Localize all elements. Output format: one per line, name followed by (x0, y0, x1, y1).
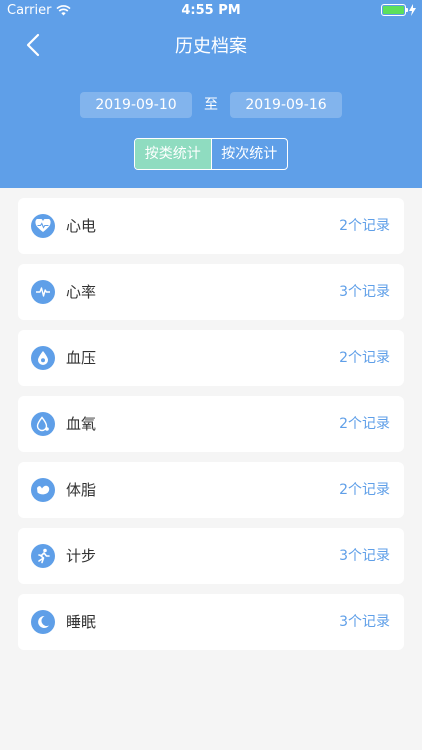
nav-bar: 历史档案 (0, 22, 422, 66)
record-count: 3个记录 (339, 284, 390, 300)
record-count: 3个记录 (339, 614, 390, 630)
page-title: 历史档案 (175, 36, 247, 57)
battery-icon (381, 4, 408, 16)
charging-icon (409, 4, 416, 16)
record-count: 2个记录 (339, 218, 390, 234)
record-label: 睡眠 (66, 613, 97, 631)
record-count: 2个记录 (339, 416, 390, 432)
record-label: 血氧 (66, 415, 97, 433)
date-separator: 至 (204, 97, 218, 113)
record-label: 计步 (66, 547, 97, 565)
record-list: 心电 2个记录 心率 3个记录 血压 2个记录 血氧 2个记录 体脂 2个记录 … (18, 198, 404, 660)
record-count: 2个记录 (339, 482, 390, 498)
stat-mode-segmented-control: 按类统计 按次统计 (134, 138, 288, 170)
pulse-icon (31, 280, 55, 304)
record-item-body-fat[interactable]: 体脂 2个记录 (18, 462, 404, 518)
running-icon (31, 544, 55, 568)
record-item-heart-rate[interactable]: 心率 3个记录 (18, 264, 404, 320)
status-time: 4:55 PM (181, 3, 241, 18)
date-range: 2019-09-10 至 2019-09-16 (0, 92, 422, 118)
record-item-ecg[interactable]: 心电 2个记录 (18, 198, 404, 254)
segment-by-category[interactable]: 按类统计 (135, 139, 211, 169)
record-item-steps[interactable]: 计步 3个记录 (18, 528, 404, 584)
blood-drop-icon (31, 412, 55, 436)
muscle-icon (31, 478, 55, 502)
heart-ecg-icon (31, 214, 55, 238)
record-label: 心电 (66, 217, 97, 235)
end-date-picker[interactable]: 2019-09-16 (230, 92, 342, 118)
record-count: 3个记录 (339, 548, 390, 564)
record-label: 血压 (66, 349, 97, 367)
record-item-sleep[interactable]: z 睡眠 3个记录 (18, 594, 404, 650)
moon-icon: z (31, 610, 55, 634)
record-count: 2个记录 (339, 350, 390, 366)
record-item-blood-oxygen[interactable]: 血氧 2个记录 (18, 396, 404, 452)
status-bar: Carrier 4:55 PM (0, 0, 422, 22)
segment-by-count[interactable]: 按次统计 (210, 139, 288, 169)
record-label: 体脂 (66, 481, 97, 499)
svg-text:z: z (43, 619, 45, 624)
record-item-blood-pressure[interactable]: 血压 2个记录 (18, 330, 404, 386)
header: Carrier 4:55 PM 历史档案 2019-09-10 至 2019-0… (0, 0, 422, 188)
start-date-picker[interactable]: 2019-09-10 (80, 92, 192, 118)
status-right (381, 4, 416, 16)
blood-pressure-icon (31, 346, 55, 370)
record-label: 心率 (66, 283, 97, 301)
